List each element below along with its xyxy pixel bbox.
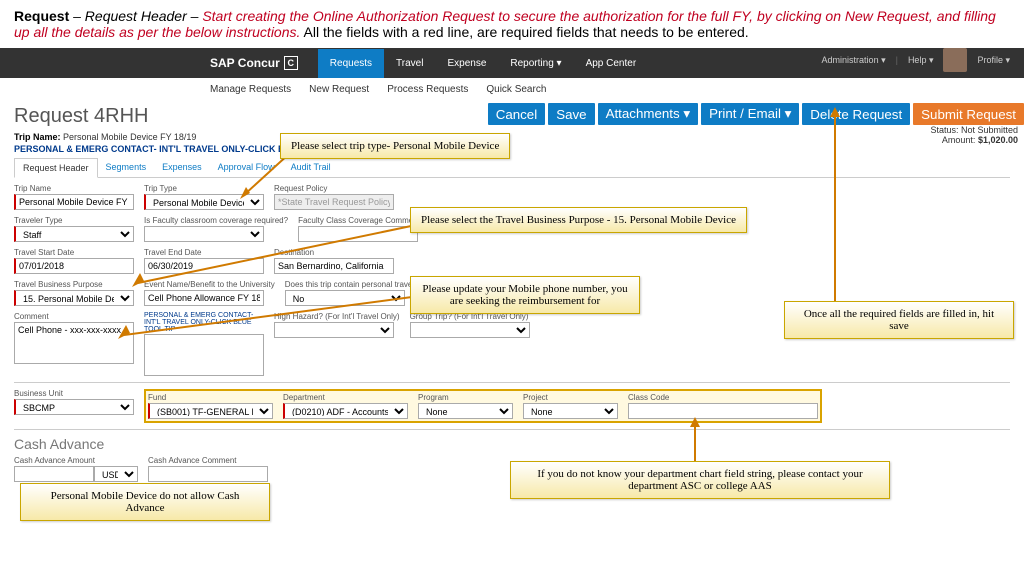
instruction-banner: Request – Request Header – Start creatin… bbox=[0, 0, 1024, 48]
nav-expense[interactable]: Expense bbox=[435, 49, 498, 78]
tab-audit[interactable]: Audit Trail bbox=[283, 158, 339, 177]
department-select[interactable]: (D0210) ADF - Accounts Payable Office bbox=[283, 403, 408, 419]
avatar[interactable] bbox=[943, 48, 967, 72]
class-code-input[interactable] bbox=[628, 403, 818, 419]
project-select[interactable]: None bbox=[523, 403, 618, 419]
comment-textarea[interactable] bbox=[14, 322, 134, 364]
help-link[interactable]: Help ▾ bbox=[908, 55, 934, 66]
nav-appcenter[interactable]: App Center bbox=[574, 49, 649, 78]
main-nav: Requests Travel Expense Reporting ▾ App … bbox=[318, 49, 648, 78]
page-body: Cancel Save Attachments ▾ Print / Email … bbox=[0, 101, 1024, 492]
admin-link[interactable]: Administration ▾ bbox=[822, 55, 886, 66]
destination-input[interactable] bbox=[274, 258, 394, 274]
top-right: Administration ▾ | Help ▾ Profile ▾ bbox=[822, 48, 1010, 72]
nav-requests[interactable]: Requests bbox=[318, 49, 384, 78]
cash-advance-title: Cash Advance bbox=[14, 436, 1010, 452]
tab-request-header[interactable]: Request Header bbox=[14, 158, 98, 178]
callout-cash: Personal Mobile Device do not allow Cash… bbox=[20, 483, 270, 521]
status-block: Status: Not Submitted Amount: $1,020.00 bbox=[930, 125, 1018, 145]
nav-reporting[interactable]: Reporting ▾ bbox=[498, 49, 573, 78]
chartfield-highlight: Fund(SB001) TF-GENERAL FUND SUPPOR Depar… bbox=[144, 389, 822, 423]
hazard-select[interactable] bbox=[274, 322, 394, 338]
cash-amount-input[interactable] bbox=[14, 466, 94, 482]
purpose-select[interactable]: 15. Personal Mobile Device bbox=[14, 290, 134, 306]
subnav-manage[interactable]: Manage Requests bbox=[210, 84, 291, 95]
business-unit-select[interactable]: SBCMP bbox=[14, 399, 134, 415]
event-name-input[interactable] bbox=[144, 290, 264, 306]
print-button[interactable]: Print / Email ▾ bbox=[701, 103, 799, 125]
emerg-textarea[interactable] bbox=[144, 334, 264, 376]
fund-select[interactable]: (SB001) TF-GENERAL FUND SUPPOR bbox=[148, 403, 273, 419]
trip-name-input[interactable] bbox=[14, 194, 134, 210]
trip-name-line: Trip Name: Personal Mobile Device FY 18/… bbox=[14, 132, 1010, 142]
save-button[interactable]: Save bbox=[548, 103, 594, 125]
concur-icon: C bbox=[284, 56, 298, 70]
submit-button[interactable]: Submit Request bbox=[913, 103, 1024, 125]
action-buttons: Cancel Save Attachments ▾ Print / Email … bbox=[488, 103, 1024, 125]
tabs: Request Header Segments Expenses Approva… bbox=[14, 158, 1010, 178]
start-date-input[interactable] bbox=[14, 258, 134, 274]
cash-comment-input[interactable] bbox=[148, 466, 268, 482]
subnav-quick[interactable]: Quick Search bbox=[486, 84, 546, 95]
currency-select[interactable]: USD bbox=[94, 466, 138, 482]
warning-text: PERSONAL & EMERG CONTACT- INT'L TRAVEL O… bbox=[14, 144, 1010, 154]
subnav-process[interactable]: Process Requests bbox=[387, 84, 468, 95]
profile-link[interactable]: Profile ▾ bbox=[977, 55, 1010, 66]
tab-approval[interactable]: Approval Flow bbox=[210, 158, 283, 177]
program-select[interactable]: None bbox=[418, 403, 513, 419]
callout-trip-type: Please select trip type- Personal Mobile… bbox=[280, 133, 510, 159]
traveler-type-select[interactable]: Staff bbox=[14, 226, 134, 242]
nav-travel[interactable]: Travel bbox=[384, 49, 435, 78]
top-bar: SAP ConcurC Requests Travel Expense Repo… bbox=[0, 48, 1024, 78]
faculty-comment-input[interactable] bbox=[298, 226, 418, 242]
personal-travel-select[interactable]: No bbox=[285, 290, 405, 306]
callout-purpose: Please select the Travel Business Purpos… bbox=[410, 207, 747, 233]
callout-save: Once all the required fields are filled … bbox=[784, 301, 1014, 339]
subnav-new[interactable]: New Request bbox=[309, 84, 369, 95]
callout-phone: Please update your Mobile phone number, … bbox=[410, 276, 640, 314]
faculty-coverage-select[interactable] bbox=[144, 226, 264, 242]
tab-segments[interactable]: Segments bbox=[98, 158, 155, 177]
group-trip-select[interactable] bbox=[410, 322, 530, 338]
cancel-button[interactable]: Cancel bbox=[488, 103, 546, 125]
end-date-input[interactable] bbox=[144, 258, 264, 274]
sub-nav: Manage Requests New Request Process Requ… bbox=[0, 78, 1024, 101]
trip-type-select[interactable]: Personal Mobile Device bbox=[144, 194, 264, 210]
tab-expenses[interactable]: Expenses bbox=[154, 158, 210, 177]
request-policy bbox=[274, 194, 394, 210]
brand: SAP ConcurC bbox=[210, 56, 298, 70]
attachments-button[interactable]: Attachments ▾ bbox=[598, 103, 698, 125]
delete-button[interactable]: Delete Request bbox=[802, 103, 910, 125]
callout-chartfield: If you do not know your department chart… bbox=[510, 461, 890, 499]
